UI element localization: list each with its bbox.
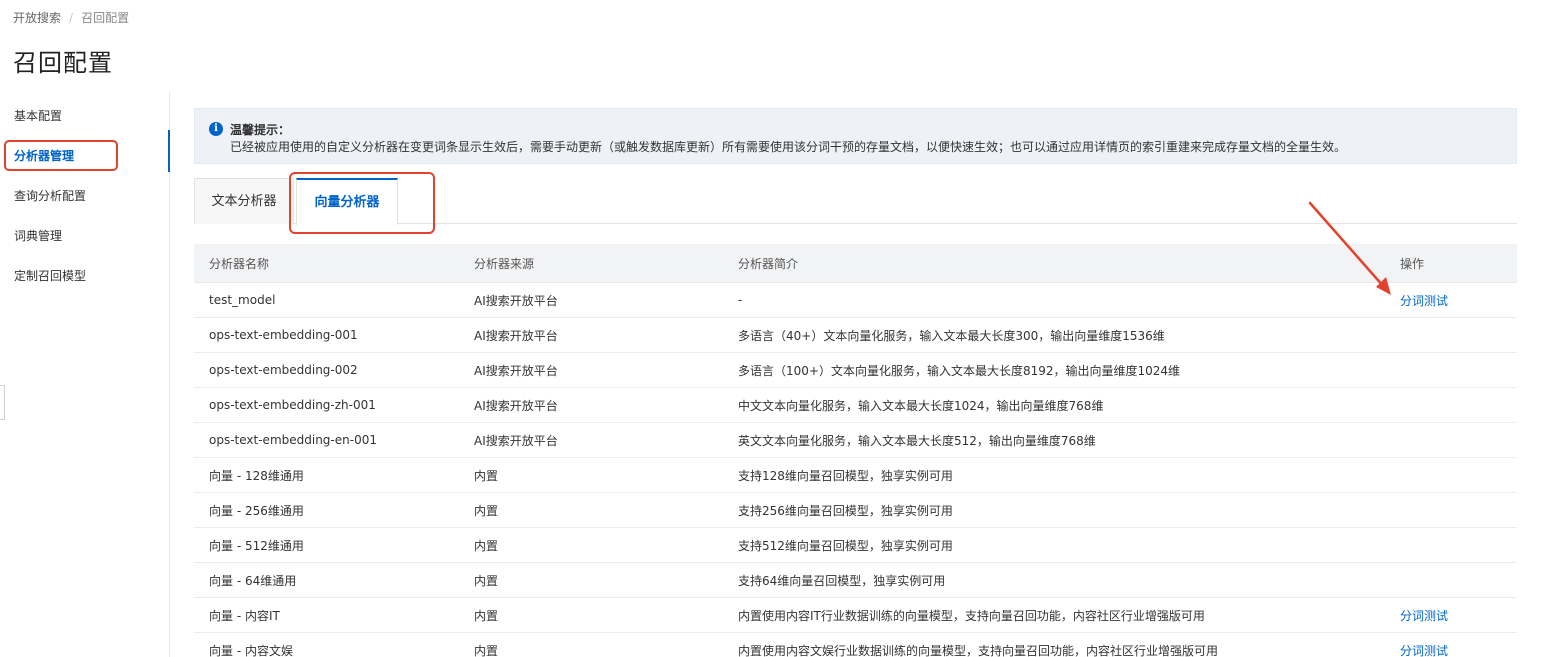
row-source: 内置 <box>474 573 499 588</box>
table-row: 向量 - 内容IT 内置 内置使用内容IT行业数据训练的向量模型，支持向量召回功… <box>194 598 1517 633</box>
notice-banner: i 温馨提示： 已经被应用使用的自定义分析器在变更词条显示生效后，需要手动更新（… <box>194 108 1517 164</box>
row-description: 多语言（40+）文本向量化服务，输入文本最大长度300，输出向量维度1536维 <box>738 328 1165 343</box>
row-description: 支持64维向量召回模型，独享实例可用 <box>738 573 946 588</box>
row-source: 内置 <box>474 538 499 553</box>
collapse-handle[interactable] <box>0 385 5 420</box>
analyzer-table: 分析器名称 分析器来源 分析器简介 操作 test_model AI搜索开放平台… <box>194 244 1517 657</box>
tokenize-test-link[interactable]: 分词测试 <box>1400 607 1448 624</box>
row-source: 内置 <box>474 608 499 623</box>
table-row: 向量 - 内容文娱 内置 内置使用内容文娱行业数据训练的向量模型，支持向量召回功… <box>194 633 1517 657</box>
row-name: 向量 - 64维通用 <box>209 573 297 588</box>
notice-text: 已经被应用使用的自定义分析器在变更词条显示生效后，需要手动更新（或触发数据库更新… <box>230 140 1347 154</box>
table-row: ops-text-embedding-zh-001 AI搜索开放平台 中文文本向… <box>194 388 1517 423</box>
header-actions: 操作 <box>1400 256 1425 271</box>
row-source: AI搜索开放平台 <box>474 363 558 378</box>
row-name: ops-text-embedding-en-001 <box>209 433 377 447</box>
row-name: 向量 - 256维通用 <box>209 503 304 518</box>
row-source: AI搜索开放平台 <box>474 398 558 413</box>
table-row: 向量 - 64维通用 内置 支持64维向量召回模型，独享实例可用 <box>194 563 1517 598</box>
breadcrumb-root[interactable]: 开放搜索 <box>13 9 61 26</box>
row-name: test_model <box>209 293 276 307</box>
highlight-box-tab <box>289 172 435 234</box>
row-description: 支持256维向量召回模型，独享实例可用 <box>738 503 953 518</box>
header-name: 分析器名称 <box>209 256 270 271</box>
tab-text-analyzer[interactable]: 文本分析器 <box>194 178 294 224</box>
breadcrumb-separator: / <box>69 10 74 25</box>
header-source: 分析器来源 <box>474 256 535 271</box>
row-source: 内置 <box>474 468 499 483</box>
row-description: 中文文本向量化服务，输入文本最大长度1024，输出向量维度768维 <box>738 398 1104 413</box>
table-row: ops-text-embedding-en-001 AI搜索开放平台 英文文本向… <box>194 423 1517 458</box>
table-row: 向量 - 512维通用 内置 支持512维向量召回模型，独享实例可用 <box>194 528 1517 563</box>
tokenize-test-link[interactable]: 分词测试 <box>1400 642 1448 657</box>
sidebar: 基本配置 分析器管理 查询分析配置 词典管理 定制召回模型 <box>0 92 170 657</box>
row-name: ops-text-embedding-zh-001 <box>209 398 376 412</box>
row-description: - <box>738 293 743 307</box>
row-description: 支持512维向量召回模型，独享实例可用 <box>738 538 953 553</box>
breadcrumb: 开放搜索 / 召回配置 <box>13 9 129 26</box>
breadcrumb-current: 召回配置 <box>81 11 130 25</box>
row-description: 多语言（100+）文本向量化服务，输入文本最大长度8192，输出向量维度1024… <box>738 363 1181 378</box>
row-name: 向量 - 内容IT <box>209 608 280 623</box>
red-arrow-icon <box>1308 201 1391 295</box>
sidebar-item-basic-config[interactable]: 基本配置 <box>14 104 62 128</box>
notice-title: 温馨提示： <box>230 123 291 137</box>
sidebar-item-custom-recall-model[interactable]: 定制召回模型 <box>14 264 86 288</box>
tokenize-test-link[interactable]: 分词测试 <box>1400 292 1448 309</box>
info-icon: i <box>209 122 223 136</box>
table-row: ops-text-embedding-001 AI搜索开放平台 多语言（40+）… <box>194 318 1517 353</box>
row-source: AI搜索开放平台 <box>474 293 558 308</box>
row-description: 内置使用内容文娱行业数据训练的向量模型，支持向量召回功能，内容社区行业增强版可用 <box>738 643 1219 657</box>
row-source: AI搜索开放平台 <box>474 328 558 343</box>
sidebar-item-dictionary-management[interactable]: 词典管理 <box>14 224 62 248</box>
highlight-box-sidebar <box>4 140 118 171</box>
row-name: 向量 - 512维通用 <box>209 538 304 553</box>
row-name: 向量 - 内容文娱 <box>209 643 293 657</box>
row-description: 支持128维向量召回模型，独享实例可用 <box>738 468 953 483</box>
sidebar-active-indicator <box>168 130 170 172</box>
row-description: 英文文本向量化服务，输入文本最大长度512，输出向量维度768维 <box>738 433 1096 448</box>
row-description: 内置使用内容IT行业数据训练的向量模型，支持向量召回功能，内容社区行业增强版可用 <box>738 608 1205 623</box>
row-name: 向量 - 128维通用 <box>209 468 304 483</box>
sidebar-item-query-analysis-config[interactable]: 查询分析配置 <box>14 184 86 208</box>
row-source: 内置 <box>474 503 499 518</box>
row-name: ops-text-embedding-002 <box>209 363 358 377</box>
table-row: 向量 - 128维通用 内置 支持128维向量召回模型，独享实例可用 <box>194 458 1517 493</box>
page-title: 召回配置 <box>13 49 113 77</box>
row-source: 内置 <box>474 643 499 657</box>
table-row: 向量 - 256维通用 内置 支持256维向量召回模型，独享实例可用 <box>194 493 1517 528</box>
table-row: ops-text-embedding-002 AI搜索开放平台 多语言（100+… <box>194 353 1517 388</box>
row-source: AI搜索开放平台 <box>474 433 558 448</box>
row-name: ops-text-embedding-001 <box>209 328 358 342</box>
header-description: 分析器简介 <box>738 256 799 271</box>
